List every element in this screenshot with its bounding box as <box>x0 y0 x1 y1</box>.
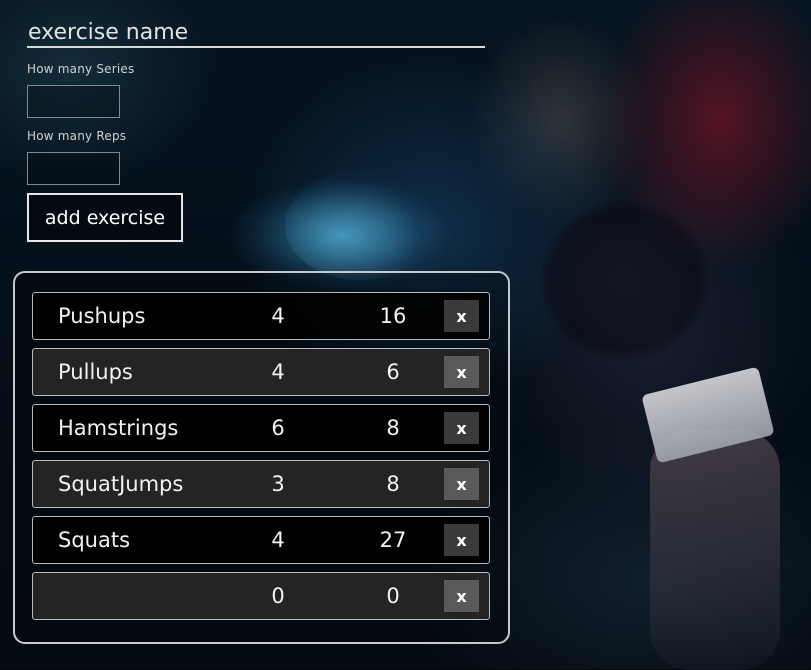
exercise-row: Pushups 4 16 x <box>32 292 490 340</box>
exercise-row: SquatJumps 3 8 x <box>32 460 490 508</box>
exercise-name: Pushups <box>58 304 146 328</box>
exercise-reps: 16 <box>379 304 407 328</box>
exercise-row: Pullups 4 6 x <box>32 348 490 396</box>
exercise-reps: 6 <box>386 360 400 384</box>
exercise-series: 4 <box>271 528 285 552</box>
exercise-row: Hamstrings 6 8 x <box>32 404 490 452</box>
background-glove-glow <box>285 170 435 280</box>
exercise-reps: 8 <box>386 472 400 496</box>
exercise-name: Pullups <box>58 360 133 384</box>
exercise-name-input[interactable] <box>27 18 485 48</box>
exercise-reps: 0 <box>386 584 400 608</box>
delete-exercise-button[interactable]: x <box>444 580 479 612</box>
add-exercise-button[interactable]: add exercise <box>27 193 183 242</box>
delete-exercise-button[interactable]: x <box>444 412 479 444</box>
exercise-name: Hamstrings <box>58 416 179 440</box>
delete-exercise-button[interactable]: x <box>444 468 479 500</box>
reps-input[interactable] <box>27 152 120 185</box>
background-glove <box>540 200 710 360</box>
delete-exercise-button[interactable]: x <box>444 356 479 388</box>
background-arm <box>650 430 780 670</box>
exercise-series: 4 <box>271 304 285 328</box>
exercise-series: 3 <box>271 472 285 496</box>
exercise-reps: 27 <box>379 528 407 552</box>
delete-exercise-button[interactable]: x <box>444 300 479 332</box>
exercise-series: 0 <box>271 584 285 608</box>
exercise-reps: 8 <box>386 416 400 440</box>
exercise-row: 0 0 x <box>32 572 490 620</box>
exercise-series: 4 <box>271 360 285 384</box>
series-label: How many Series <box>27 62 135 76</box>
series-input[interactable] <box>27 85 120 118</box>
delete-exercise-button[interactable]: x <box>444 524 479 556</box>
reps-label: How many Reps <box>27 129 127 143</box>
exercise-series: 6 <box>271 416 285 440</box>
exercise-name: SquatJumps <box>58 472 184 496</box>
exercise-row: Squats 4 27 x <box>32 516 490 564</box>
exercise-name: Squats <box>58 528 131 552</box>
